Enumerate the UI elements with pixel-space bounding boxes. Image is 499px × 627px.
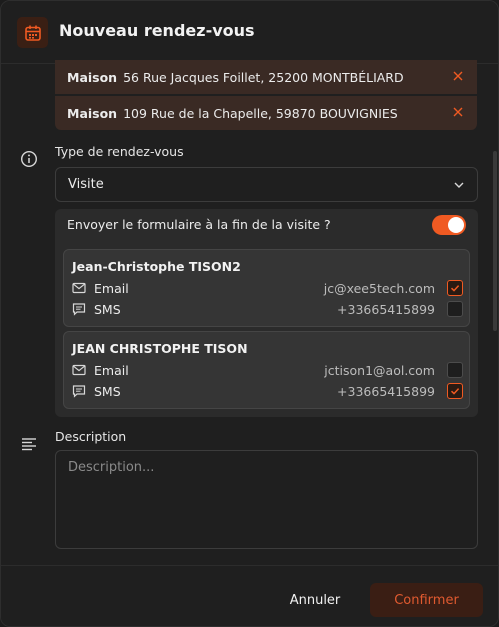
address-text: 109 Rue de la Chapelle, 59870 BOUVIGNIES	[123, 105, 398, 121]
text-align-icon	[20, 435, 38, 453]
contact-email-row: Email jctison1@aol.com	[72, 361, 463, 379]
email-checkbox[interactable]	[447, 280, 463, 296]
type-label: Type de rendez-vous	[55, 144, 184, 159]
remove-address-icon[interactable]	[451, 69, 465, 83]
contact-name: Jean-Christophe TISON2	[72, 259, 241, 274]
contact-email-row: Email jc@xee5tech.com	[72, 279, 463, 297]
contact-email: jc@xee5tech.com	[323, 280, 435, 296]
info-icon	[20, 150, 38, 168]
calendar-icon	[17, 17, 48, 48]
sms-checkbox[interactable]	[447, 383, 463, 399]
address-label: Maison	[67, 69, 118, 85]
chevron-down-icon	[453, 179, 465, 191]
message-icon	[72, 384, 86, 398]
address-label: Maison	[67, 105, 118, 121]
contact-sms-row: SMS +33665415899	[72, 382, 463, 400]
toggle-knob	[448, 217, 464, 233]
dialog-header: Nouveau rendez-vous	[1, 1, 498, 64]
contact-phone: +33665415899	[337, 301, 435, 317]
sms-label: SMS	[94, 301, 121, 317]
contact-email: jctison1@aol.com	[324, 362, 435, 378]
description-placeholder: Description...	[68, 460, 155, 475]
remove-address-icon[interactable]	[451, 105, 465, 119]
description-label: Description	[55, 429, 127, 444]
address-item: Maison 56 Rue Jacques Foillet, 25200 MON…	[55, 60, 477, 94]
dialog-footer: Annuler Confirmer	[1, 565, 498, 626]
contact-card: JEAN CHRISTOPHE TISON Email jctison1@aol…	[63, 331, 470, 409]
appointment-dialog: Nouveau rendez-vous Maison 56 Rue Jacque…	[0, 0, 499, 627]
contact-name: JEAN CHRISTOPHE TISON	[72, 341, 248, 356]
message-icon	[72, 302, 86, 316]
email-checkbox[interactable]	[447, 362, 463, 378]
contact-card: Jean-Christophe TISON2 Email jc@xee5tech…	[63, 249, 470, 327]
confirm-button[interactable]: Confirmer	[370, 583, 483, 617]
send-form-panel: Envoyer le formulaire à la fin de la vis…	[55, 209, 478, 417]
cancel-button[interactable]: Annuler	[279, 583, 351, 617]
sms-checkbox[interactable]	[447, 301, 463, 317]
address-text: 56 Rue Jacques Foillet, 25200 MONTBÉLIAR…	[123, 69, 404, 85]
type-select[interactable]: Visite	[55, 167, 478, 202]
type-select-value: Visite	[68, 177, 104, 192]
send-form-label: Envoyer le formulaire à la fin de la vis…	[67, 217, 331, 232]
contact-phone: +33665415899	[337, 383, 435, 399]
description-textarea[interactable]: Description...	[55, 450, 478, 549]
email-label: Email	[94, 280, 129, 296]
send-form-toggle[interactable]	[432, 215, 466, 235]
dialog-title: Nouveau rendez-vous	[59, 21, 255, 40]
contact-sms-row: SMS +33665415899	[72, 300, 463, 318]
email-label: Email	[94, 362, 129, 378]
mail-icon	[72, 281, 86, 295]
scrollbar[interactable]	[493, 151, 497, 331]
mail-icon	[72, 363, 86, 377]
sms-label: SMS	[94, 383, 121, 399]
address-item: Maison 109 Rue de la Chapelle, 59870 BOU…	[55, 96, 477, 130]
